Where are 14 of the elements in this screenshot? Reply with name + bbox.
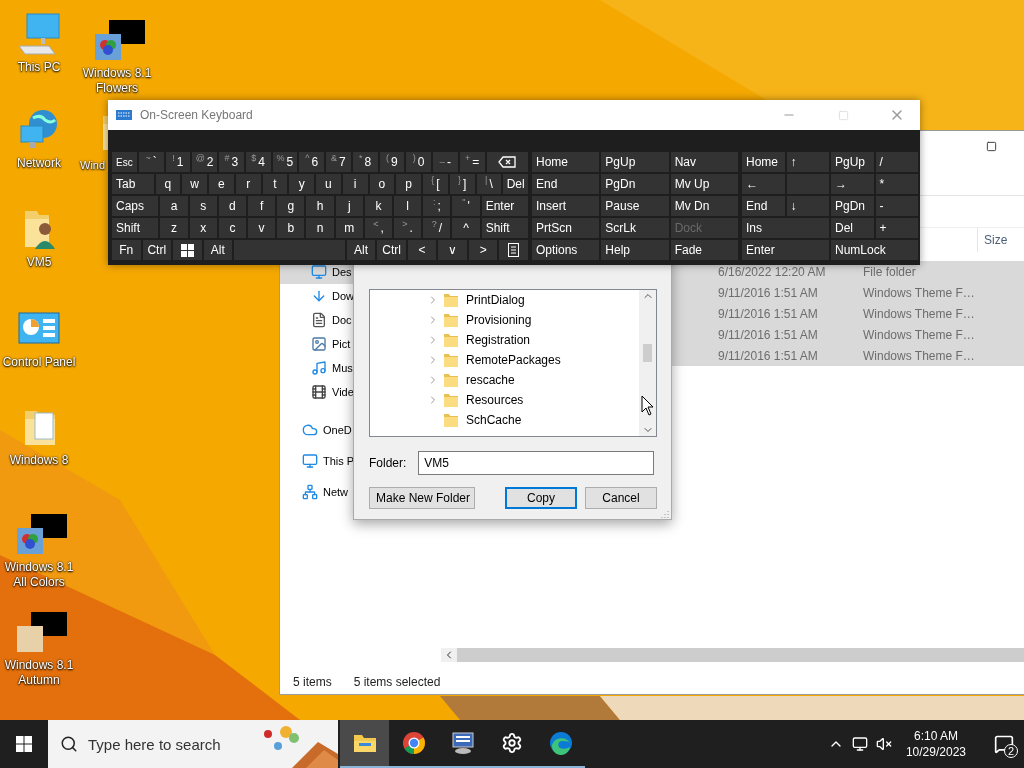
type-cell-text: Windows Theme F… bbox=[863, 327, 976, 342]
window-title: On-Screen Keyboard bbox=[140, 108, 254, 122]
folder-label: Folder: bbox=[369, 456, 407, 470]
date-cell-text: 9/11/2016 1:51 AM bbox=[718, 348, 819, 363]
date-cell-text: 9/11/2016 1:51 AM bbox=[718, 285, 819, 300]
type-cell-text: Windows Theme F… bbox=[863, 348, 976, 363]
selection-count: 5 items selected bbox=[353, 674, 441, 689]
item-count: 5 items bbox=[293, 674, 332, 689]
date-cell-text: 9/11/2016 1:51 AM bbox=[718, 306, 819, 321]
date-cell-text: 6/16/2022 12:20 AM bbox=[718, 264, 827, 279]
type-cell-text: File folder bbox=[863, 264, 917, 279]
type-cell-text: Windows Theme F… bbox=[863, 306, 976, 321]
type-cell-text: Windows Theme F… bbox=[863, 285, 976, 300]
date-cell-text: 9/11/2016 1:51 AM bbox=[718, 327, 819, 342]
